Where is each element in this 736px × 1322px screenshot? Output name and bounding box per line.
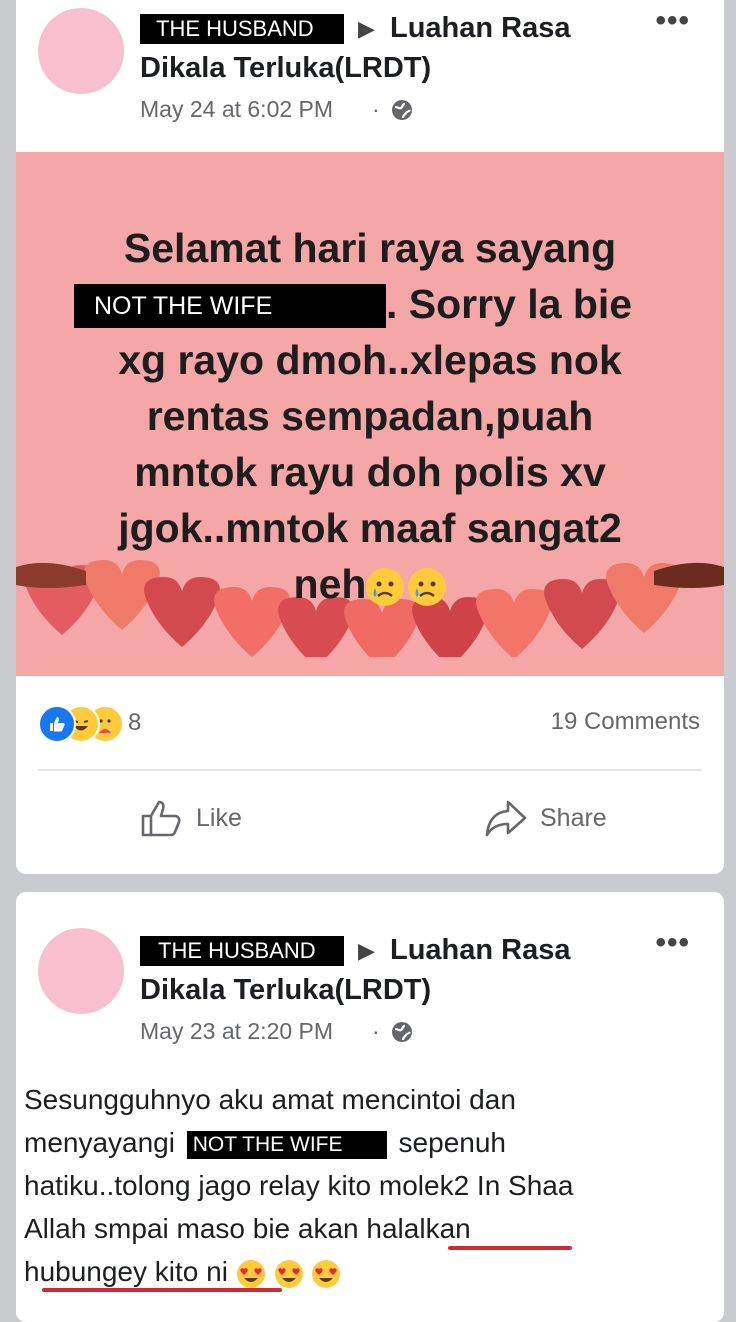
redacted-author-name: THE HUSBAND — [140, 936, 344, 966]
post-text-line-2b: sepenuh — [398, 1127, 506, 1158]
like-button[interactable]: Like — [140, 796, 242, 840]
arrow-right-icon: ▶ — [358, 938, 375, 963]
post-timestamp[interactable]: May 24 at 6:02 PM — [140, 96, 333, 123]
group-name-line2[interactable]: Dikala Terluka(LRDT) — [140, 50, 431, 86]
banner-line-6: jgok..mntok maaf sangat2 — [118, 505, 622, 551]
post-text-line-2a: menyayangi — [24, 1127, 175, 1158]
post-text-line-4a: Allah smpai maso bie akan — [24, 1213, 367, 1244]
banner-line-7-text: neh — [293, 561, 367, 607]
red-underline — [448, 1246, 572, 1250]
post-text-line-4: Allah smpai maso bie akan halalkan — [24, 1207, 704, 1250]
post-text-line-1: Sesungguhnyo aku amat mencintoi dan — [24, 1084, 516, 1115]
post-text-line-5-text: hubungey kito ni — [24, 1256, 228, 1287]
separator-dot: · — [372, 96, 380, 122]
globe-icon — [390, 98, 414, 127]
separator-dot: · — [372, 1018, 380, 1044]
share-label: Share — [540, 803, 607, 832]
like-label: Like — [196, 803, 242, 832]
like-reaction-icon — [38, 705, 76, 743]
share-button[interactable]: Share — [484, 796, 607, 840]
more-icon[interactable]: ••• — [655, 4, 690, 38]
post-text-line-4b: halalkan — [366, 1213, 471, 1244]
like-icon — [141, 800, 181, 837]
group-name[interactable]: Luahan Rasa — [390, 932, 571, 968]
more-icon[interactable]: ••• — [655, 926, 690, 960]
heart-eyes-emoji-icon — [236, 1259, 265, 1288]
divider — [38, 769, 702, 771]
banner-line-3: xg rayo dmoh..xlepas nok — [118, 337, 622, 383]
crying-emoji-icon — [366, 568, 405, 607]
post-text-line-3: hatiku..tolong jago relay kito molek2 In… — [24, 1170, 574, 1201]
avatar[interactable] — [38, 8, 124, 94]
avatar[interactable] — [38, 928, 124, 1014]
banner-line-7: neh — [16, 556, 724, 613]
post-background-banner: Selamat hari raya sayang . Sorry la bie … — [16, 152, 724, 676]
group-name-line2[interactable]: Dikala Terluka(LRDT) — [140, 972, 431, 1008]
reaction-count: 8 — [128, 709, 142, 736]
share-icon — [485, 800, 527, 837]
post-card-1: THE HUSBAND ▶ Luahan Rasa Dikala Terluka… — [16, 0, 724, 874]
post-text-line-5: hubungey kito ni — [24, 1250, 704, 1293]
post-text: Sesungguhnyo aku amat mencintoi dan meny… — [24, 1078, 704, 1293]
post-text-line-2: menyayangi NOT THE WIFE sepenuh — [24, 1121, 704, 1164]
redacted-wife-name: NOT THE WIFE — [74, 284, 386, 328]
banner-line-4: rentas sempadan,puah — [146, 393, 594, 439]
comments-count[interactable]: 19 Comments — [551, 708, 700, 736]
group-name[interactable]: Luahan Rasa — [390, 10, 571, 46]
redacted-author-name: THE HUSBAND — [140, 14, 344, 44]
red-underline — [42, 1288, 282, 1292]
post-timestamp[interactable]: May 23 at 2:20 PM — [140, 1018, 333, 1045]
heart-eyes-emoji-icon — [312, 1259, 341, 1288]
arrow-right-icon: ▶ — [358, 16, 375, 41]
heart-eyes-emoji-icon — [274, 1259, 303, 1288]
globe-icon — [390, 1020, 414, 1049]
banner-line-5: mntok rayu doh polis xv — [134, 449, 606, 495]
redacted-wife-name: NOT THE WIFE — [186, 1130, 387, 1159]
crying-emoji-icon — [408, 568, 447, 607]
banner-line-1: Selamat hari raya sayang — [123, 225, 617, 271]
